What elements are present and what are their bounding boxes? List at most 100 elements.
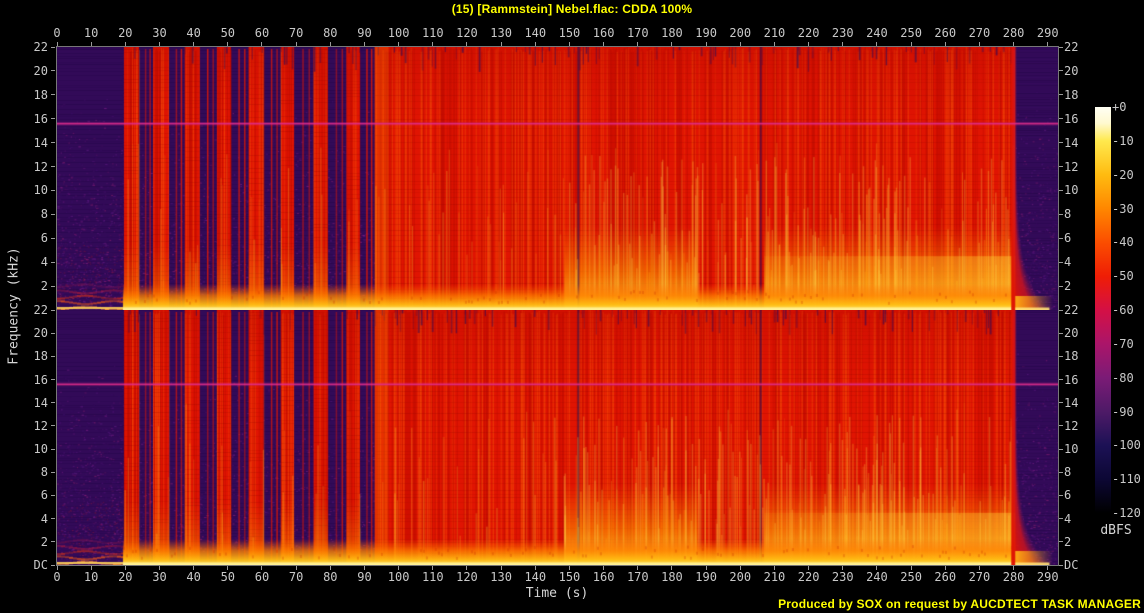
spectrogram-right-channel <box>57 310 1058 565</box>
x-tick-label: 120 <box>456 26 478 40</box>
x-axis-title: Time (s) <box>525 586 589 601</box>
tick-mark <box>51 379 55 381</box>
colorbar-tick-label: -10 <box>1112 133 1134 148</box>
colorbar-tick-label: -60 <box>1112 303 1134 317</box>
y-tick-label: 22 <box>33 40 48 54</box>
colorbar-unit-label: dBFS <box>1100 523 1132 538</box>
tick-mark <box>90 42 92 46</box>
tick-mark <box>944 42 946 46</box>
tick-mark <box>910 42 912 46</box>
y-tick-label: 14 <box>33 395 48 410</box>
tick-mark <box>51 118 55 120</box>
colorbar-tick-label: -80 <box>1112 370 1134 385</box>
x-tick-label: 190 <box>695 570 717 584</box>
colorbar-tick-label: +0 <box>1112 100 1127 114</box>
x-tick-label: 230 <box>831 570 854 584</box>
x-tick-label: 20 <box>118 26 133 40</box>
x-tick-label: 240 <box>866 26 888 40</box>
tick-mark <box>568 42 570 46</box>
x-tick-label: 40 <box>186 570 201 584</box>
tick-mark <box>808 42 810 46</box>
colorbar-tick-label: -110 <box>1112 472 1141 487</box>
tick-mark <box>1059 564 1063 566</box>
x-tick-label: 140 <box>524 570 547 584</box>
x-tick-label: 240 <box>866 570 888 584</box>
colorbar-tick-label: -30 <box>1112 201 1134 216</box>
x-tick-label: 110 <box>421 26 444 40</box>
x-tick-label: 160 <box>592 26 615 40</box>
x-tick-label: 60 <box>254 26 270 40</box>
tick-mark <box>398 42 400 46</box>
y-tick-label: 2 <box>40 534 48 549</box>
tick-mark <box>295 42 297 46</box>
tick-mark <box>1059 402 1063 404</box>
colorbar-tick-label: -40 <box>1112 235 1134 250</box>
y-axis-title: Frequency (kHz) <box>6 247 22 365</box>
tick-mark <box>51 166 55 168</box>
y-tick-label: 18 <box>33 87 48 102</box>
x-tick-label: 120 <box>456 570 478 584</box>
x-tick-label: 180 <box>661 26 683 40</box>
y-tick-label: 20 <box>33 63 48 78</box>
tick-mark <box>1059 166 1063 168</box>
tick-mark <box>51 46 55 48</box>
tick-mark <box>1059 261 1063 263</box>
x-tick-label: 280 <box>1002 26 1025 40</box>
tick-mark <box>51 355 55 357</box>
tick-mark <box>1059 332 1063 334</box>
tick-mark <box>1059 213 1063 215</box>
colorbar-tick-label: -20 <box>1112 167 1134 182</box>
tick-mark <box>51 541 55 543</box>
x-tick-label: 150 <box>558 570 581 584</box>
tick-mark <box>500 42 502 46</box>
x-tick-label: 170 <box>626 570 649 584</box>
tick-mark <box>978 42 980 46</box>
tick-mark <box>1059 46 1063 48</box>
tick-mark <box>51 494 55 496</box>
x-tick-label: 40 <box>186 26 201 40</box>
tick-mark <box>1059 518 1063 520</box>
tick-mark <box>329 42 331 46</box>
tick-mark <box>1059 448 1063 450</box>
x-tick-label: 290 <box>1036 570 1059 584</box>
spectrogram-left-channel <box>57 47 1058 310</box>
x-tick-label: 0 <box>53 570 61 584</box>
x-tick-label: 100 <box>387 26 410 40</box>
tick-mark <box>158 42 160 46</box>
y-tick-label: 6 <box>40 488 48 503</box>
tick-mark <box>432 42 434 46</box>
colorbar-tick-label: -70 <box>1112 336 1134 351</box>
tick-mark <box>51 261 55 263</box>
tick-mark <box>1059 142 1063 144</box>
colorbar-tick-label: -50 <box>1112 269 1134 284</box>
tick-mark <box>1059 285 1063 287</box>
tick-mark <box>51 285 55 287</box>
x-tick-label: 110 <box>421 570 444 584</box>
y-tick-label: 20 <box>1064 63 1079 78</box>
y-tick-label: DC <box>33 558 48 572</box>
y-tick-label: 16 <box>33 111 48 126</box>
x-tick-label: 250 <box>900 26 922 40</box>
y-tick-label: 4 <box>40 511 48 526</box>
tick-mark <box>637 42 639 46</box>
page-title: (15) [Rammstein] Nebel.flac: CDDA 100% <box>451 2 693 16</box>
tick-mark <box>1059 189 1063 191</box>
tick-mark <box>1059 237 1063 239</box>
tick-mark <box>1059 494 1063 496</box>
x-tick-label: 80 <box>323 570 338 584</box>
tick-mark <box>51 471 55 473</box>
x-tick-label: 30 <box>152 26 167 40</box>
tick-mark <box>51 425 55 427</box>
x-tick-label: 130 <box>490 26 512 40</box>
y-tick-label: 8 <box>40 465 48 480</box>
x-tick-label: 260 <box>934 26 957 40</box>
tick-mark <box>51 189 55 191</box>
x-tick-label: 220 <box>797 570 820 584</box>
x-tick-label: 180 <box>661 570 683 584</box>
tick-mark <box>1059 379 1063 381</box>
x-tick-label: 10 <box>83 26 99 40</box>
x-tick-label: 140 <box>524 26 547 40</box>
tick-mark <box>51 237 55 239</box>
x-tick-label: 210 <box>763 26 786 40</box>
tick-mark <box>1059 118 1063 120</box>
